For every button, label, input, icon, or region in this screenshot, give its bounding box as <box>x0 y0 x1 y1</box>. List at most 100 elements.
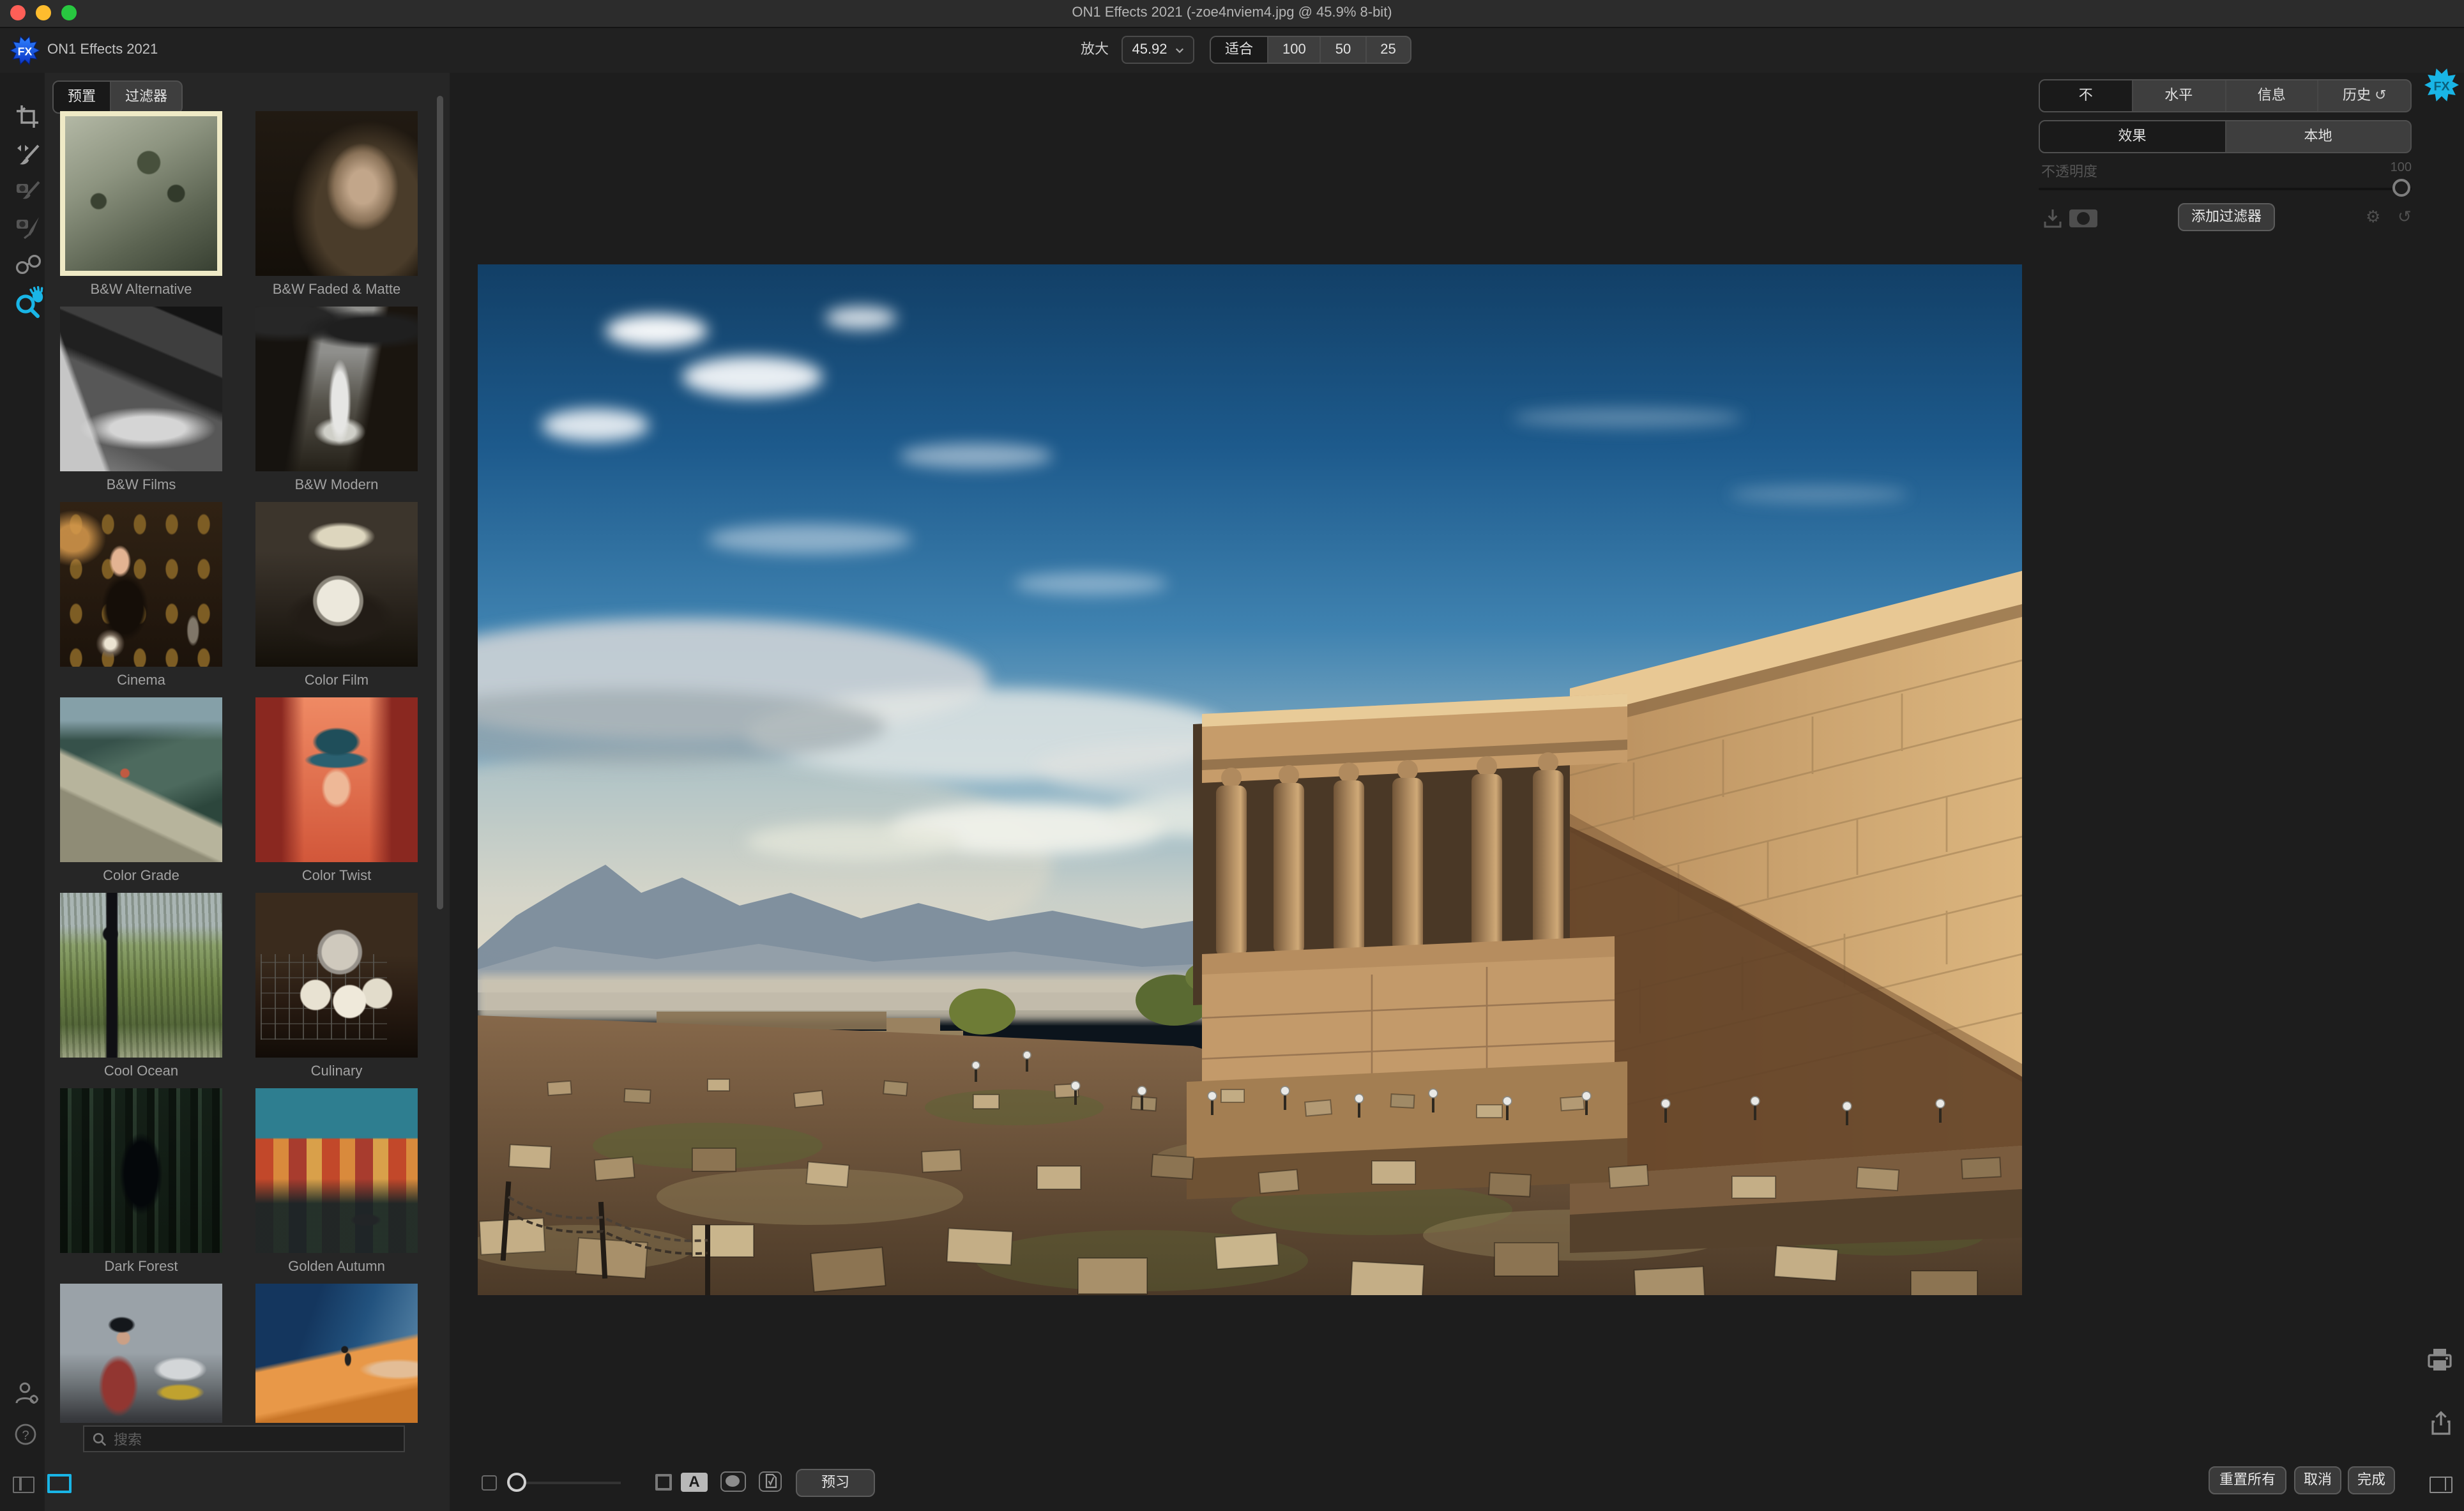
zoom-25-button[interactable]: 25 <box>1366 37 1410 63</box>
preset-label: Dark Forest <box>104 1259 178 1275</box>
opacity-slider-handle[interactable] <box>2392 179 2410 197</box>
svg-text:FX: FX <box>2433 79 2449 93</box>
share-export-icon[interactable] <box>2430 1410 2453 1436</box>
preset-thumbnail <box>255 111 418 276</box>
user-settings-icon[interactable] <box>13 1379 43 1410</box>
preset-label: Cool Ocean <box>103 1064 179 1079</box>
show-original-toggle[interactable]: A <box>681 1473 708 1492</box>
size-slider-track[interactable] <box>516 1482 621 1484</box>
preset-item[interactable]: Cool Ocean <box>60 893 222 1079</box>
preset-grid: B&W Alternative B&W Faded & Matte B&W Fi… <box>45 73 450 1423</box>
preset-thumbnail <box>60 697 222 862</box>
compare-view-tool[interactable] <box>13 249 43 280</box>
presets-scrollbar[interactable] <box>437 96 443 909</box>
search-field[interactable]: 搜索 <box>83 1425 405 1452</box>
masking-bug-tool[interactable] <box>13 212 43 243</box>
chevron-down-icon <box>1175 47 1183 53</box>
preset-thumbnail <box>60 111 222 276</box>
view-tab-bar: 不 水平 信息 历史 ↺ <box>2039 79 2412 112</box>
preset-thumbnail <box>60 502 222 667</box>
preset-label: B&W Faded & Matte <box>272 282 401 298</box>
mask-icon[interactable] <box>2069 209 2097 227</box>
tab-none[interactable]: 不 <box>2040 80 2133 111</box>
preset-label: Color Film <box>304 673 369 688</box>
tab-effects[interactable]: 效果 <box>2040 121 2226 152</box>
tab-history[interactable]: 历史 ↺ <box>2319 80 2411 111</box>
preset-item[interactable]: Color Film <box>255 502 418 688</box>
opacity-label: 不透明度 <box>2041 165 2097 180</box>
preset-item[interactable]: Golden Autumn <box>255 1088 418 1275</box>
preset-label: B&W Modern <box>294 478 379 493</box>
acropolis-photo <box>286 264 2023 1304</box>
preset-label: Culinary <box>310 1064 363 1079</box>
right-panel: 不 水平 信息 历史 ↺ FX 效果 本地 不透明度 100 添加过滤器 ⚙ ↺ <box>2039 68 2464 1511</box>
show-mask-icon[interactable] <box>720 1471 746 1492</box>
reset-filters-icon[interactable]: ↺ <box>2398 209 2412 226</box>
add-filter-button[interactable]: 添加过滤器 <box>2178 203 2275 231</box>
preset-item[interactable]: Cinema <box>60 502 222 688</box>
svg-text:?: ? <box>22 1429 29 1443</box>
preset-item[interactable] <box>60 1284 222 1423</box>
mode-tab-bar: 效果 本地 <box>2039 120 2412 153</box>
preset-thumbnail <box>255 893 418 1058</box>
preset-item[interactable]: Culinary <box>255 893 418 1079</box>
tab-local[interactable]: 本地 <box>2226 121 2410 152</box>
zoom-100-button[interactable]: 100 <box>1268 37 1321 63</box>
fx-settings-badge-icon[interactable]: FX <box>2424 68 2459 102</box>
fit-zoom-segmented-control: 适合 100 50 25 <box>1210 36 1411 64</box>
tab-info[interactable]: 信息 <box>2226 80 2319 111</box>
preset-item[interactable]: Color Twist <box>255 697 418 884</box>
compare-view-icon[interactable] <box>655 1474 672 1491</box>
zoom-pan-tool[interactable] <box>13 285 43 318</box>
preset-thumbnail <box>255 502 418 667</box>
size-slider-handle[interactable] <box>507 1473 526 1492</box>
right-panel-toggle-icon[interactable] <box>2430 1477 2453 1493</box>
preset-item[interactable]: B&W Modern <box>255 307 418 493</box>
preset-item[interactable]: B&W Films <box>60 307 222 493</box>
navigator-thumbnail-icon[interactable] <box>482 1475 497 1491</box>
preset-item[interactable] <box>255 1284 418 1423</box>
dual-pane-view-icon[interactable] <box>13 1477 34 1493</box>
fit-button[interactable]: 适合 <box>1211 37 1268 63</box>
preset-label: Cinema <box>117 673 165 688</box>
single-pane-view-icon[interactable] <box>47 1474 72 1493</box>
reset-all-button[interactable]: 重置所有 <box>2209 1466 2286 1494</box>
help-icon[interactable]: ? <box>13 1422 43 1452</box>
preview-button[interactable]: 预习 <box>796 1469 875 1497</box>
preset-item[interactable]: Dark Forest <box>60 1088 222 1275</box>
preset-thumbnail <box>255 307 418 471</box>
preset-thumbnail <box>255 1088 418 1253</box>
opacity-slider[interactable] <box>2039 188 2412 190</box>
gear-icon[interactable]: ⚙ <box>2366 209 2380 226</box>
masking-brush-tool[interactable] <box>13 176 43 207</box>
photo-canvas[interactable] <box>286 264 2023 1304</box>
zoom-level-dropdown[interactable]: 45.92 <box>1122 36 1194 64</box>
done-button[interactable]: 完成 <box>2348 1466 2395 1494</box>
window-title: ON1 Effects 2021 (-zoe4nviem4.jpg @ 45.9… <box>1072 5 1392 20</box>
zoom-label: 放大 <box>1081 42 1109 57</box>
save-preset-icon[interactable] <box>2041 207 2064 230</box>
preset-item[interactable]: B&W Faded & Matte <box>255 111 418 298</box>
search-placeholder: 搜索 <box>114 1432 142 1448</box>
preset-label: Golden Autumn <box>288 1259 385 1275</box>
preset-label: Color Grade <box>103 869 179 884</box>
print-icon[interactable] <box>2426 1346 2454 1373</box>
preset-label: Color Twist <box>301 869 372 884</box>
tab-levels[interactable]: 水平 <box>2133 80 2226 111</box>
zoom-value: 45.92 <box>1132 42 1167 57</box>
opacity-value: 100 <box>2390 161 2412 175</box>
app-header: FX ON1 Effects 2021 放大 45.92 适合 100 50 2… <box>0 28 2464 73</box>
preset-thumbnail <box>255 1284 418 1423</box>
svg-text:FX: FX <box>18 45 33 58</box>
preset-label: B&W Alternative <box>90 282 192 298</box>
preset-item[interactable]: B&W Alternative <box>60 111 222 298</box>
cancel-button[interactable]: 取消 <box>2294 1466 2341 1494</box>
crop-tool[interactable] <box>13 102 43 133</box>
adjust-brush-tool[interactable] <box>13 139 43 170</box>
soft-proof-icon[interactable] <box>759 1471 782 1492</box>
preset-item[interactable]: Color Grade <box>60 697 222 884</box>
preset-thumbnail <box>60 1284 222 1423</box>
preset-thumbnail <box>60 893 222 1058</box>
zoom-50-button[interactable]: 50 <box>1321 37 1367 63</box>
tab-history-label: 历史 <box>2342 88 2371 103</box>
